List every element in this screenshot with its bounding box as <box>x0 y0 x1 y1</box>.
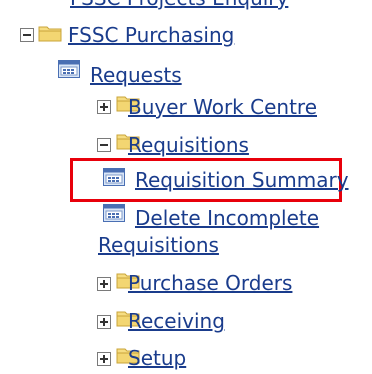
tree-item-receiving[interactable]: Receiving <box>128 309 225 333</box>
tree-item-fssc-projects-enquiry[interactable]: FSSC Projects Enquiry <box>70 0 288 10</box>
expand-toggle-icon[interactable] <box>97 277 111 291</box>
expand-toggle-icon[interactable] <box>97 352 111 366</box>
function-icon <box>103 204 125 222</box>
tree-item-delete-incomplete-requisitions-cont[interactable]: Requisitions <box>98 233 219 257</box>
tree-item-purchase-orders[interactable]: Purchase Orders <box>128 271 292 295</box>
tree-item-requests[interactable]: Requests <box>90 63 182 87</box>
expand-toggle-icon[interactable] <box>97 100 111 114</box>
expand-toggle-icon[interactable] <box>97 315 111 329</box>
collapse-toggle-icon[interactable] <box>97 138 111 152</box>
collapse-toggle-icon[interactable] <box>20 28 34 42</box>
function-icon <box>103 168 125 186</box>
tree-item-setup[interactable]: Setup <box>128 346 186 370</box>
tree-item-delete-incomplete-requisitions[interactable]: Delete Incomplete <box>135 206 319 230</box>
function-icon <box>58 60 80 78</box>
tree-item-requisition-summary[interactable]: Requisition Summary <box>135 168 349 192</box>
folder-icon <box>38 24 62 42</box>
tree-item-fssc-purchasing[interactable]: FSSC Purchasing <box>68 23 234 47</box>
tree-item-requisitions[interactable]: Requisitions <box>128 133 249 157</box>
tree-item-buyer-work-centre[interactable]: Buyer Work Centre <box>128 95 317 119</box>
